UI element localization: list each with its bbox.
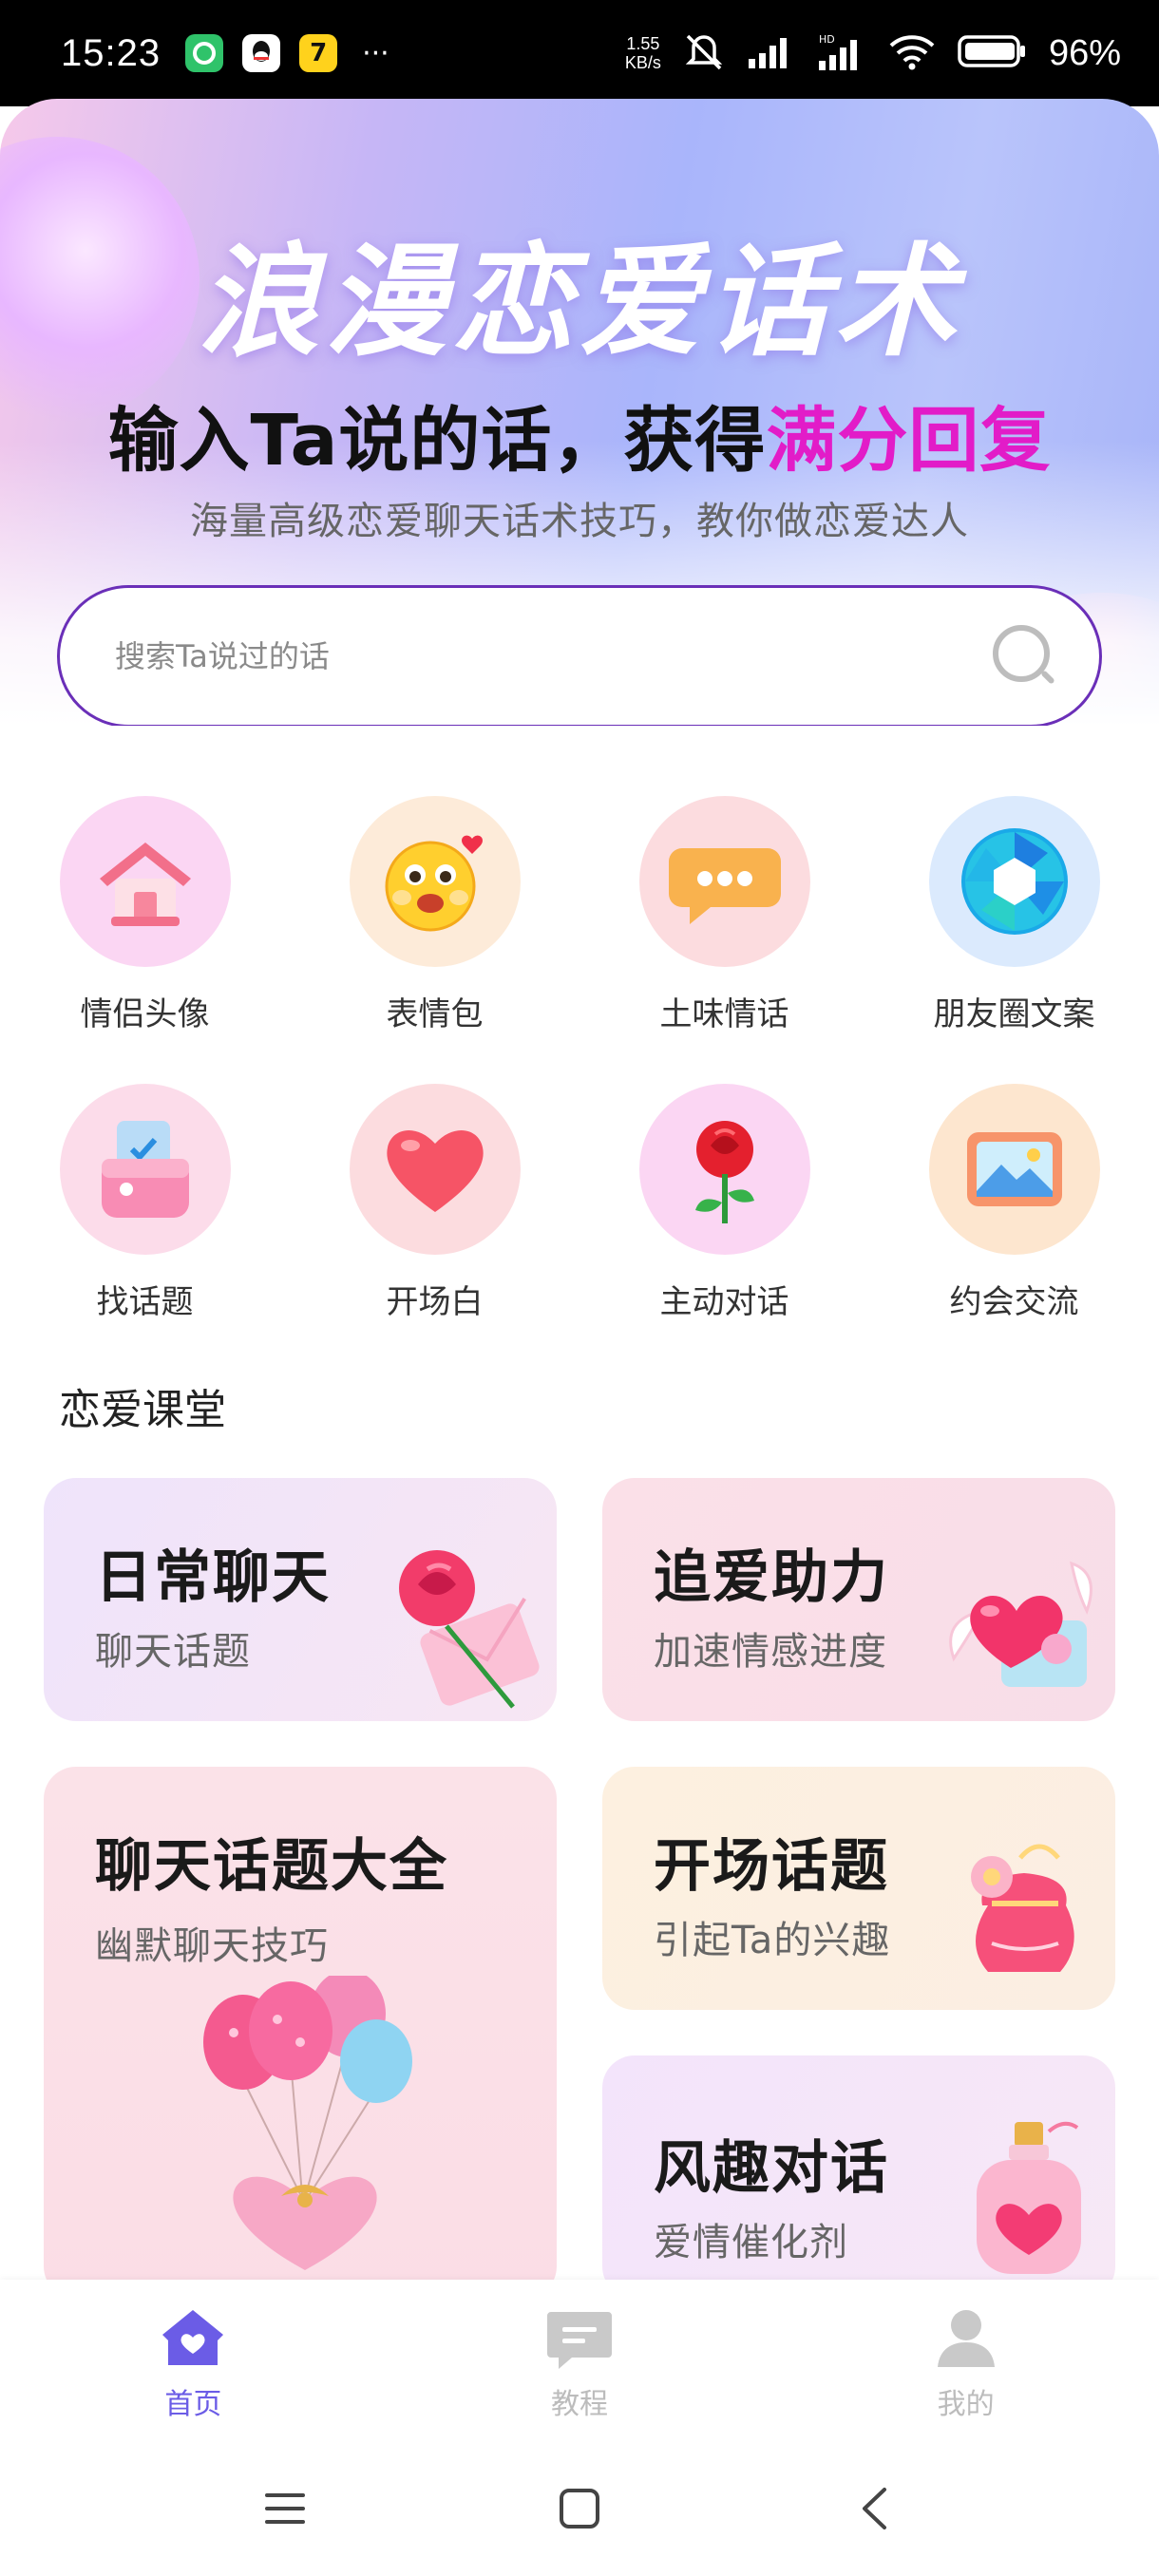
wallet-icon	[59, 1084, 231, 1255]
category-label: 约会交流	[949, 1283, 1079, 1321]
mute-icon	[682, 30, 726, 76]
net-speed: 1.55 KB/s	[625, 34, 661, 72]
card-title: 聊天话题大全	[95, 1833, 448, 1900]
qq-icon	[242, 34, 281, 72]
flower-pouch-icon	[971, 1844, 1074, 1972]
category-label: 情侣头像	[80, 995, 210, 1033]
nav-tutorial[interactable]: 教程	[387, 2280, 773, 2441]
heart-balloons-icon	[203, 1976, 412, 2270]
chat-bubble-icon	[638, 796, 810, 967]
section-title-love-class: 恋爱课堂	[59, 1386, 226, 1434]
nav-label: 我的	[937, 2388, 995, 2421]
status-bar: 15:23 7 ··· 1.55 KB/s HD 96%	[0, 0, 1159, 106]
nav-label: 教程	[551, 2388, 608, 2421]
category-couple-avatar[interactable]: 情侣头像	[0, 796, 290, 1034]
more-notifications-icon: ···	[362, 36, 390, 70]
search-bar[interactable]	[57, 585, 1102, 726]
card-pursue-love[interactable]: 追爱助力 加速情感进度	[602, 1478, 1115, 1721]
category-cheesy-lines[interactable]: 土味情话	[580, 796, 869, 1034]
wechat-icon	[185, 34, 224, 72]
profile-icon	[937, 2310, 995, 2367]
battery-percent: 96%	[1048, 32, 1121, 73]
card-subtitle: 引起Ta的兴趣	[654, 1919, 891, 1962]
hero-subtitle: 输入Ta说的话，获得满分回复	[0, 384, 1159, 485]
hero-subtitle-highlight: 满分回复	[766, 400, 1052, 482]
card-subtitle: 加速情感进度	[654, 1630, 887, 1674]
emoji-face-icon	[349, 796, 521, 967]
status-app-icons: 7 ···	[185, 34, 390, 72]
category-label: 找话题	[96, 1283, 194, 1321]
card-daily-chat[interactable]: 日常聊天 聊天话题	[44, 1478, 557, 1721]
card-opening-topics[interactable]: 开场话题 引起Ta的兴趣	[602, 1767, 1115, 2010]
net-speed-value: 1.55	[626, 34, 660, 53]
nav-home[interactable]: 首页	[0, 2280, 387, 2441]
search-icon[interactable]	[993, 625, 1055, 688]
house-icon	[59, 796, 231, 967]
category-find-topics[interactable]: 找话题	[0, 1084, 290, 1322]
winged-heart-icon	[949, 1561, 1092, 1687]
signal-icon	[747, 34, 796, 72]
category-active-chat[interactable]: 主动对话	[580, 1084, 869, 1322]
home-square-icon[interactable]	[551, 2480, 608, 2537]
category-opening-lines[interactable]: 开场白	[290, 1084, 580, 1322]
card-chat-topics-all[interactable]: 聊天话题大全 幽默聊天技巧	[44, 1767, 557, 2299]
card-title: 日常聊天	[95, 1544, 331, 1611]
category-label: 主动对话	[659, 1283, 789, 1321]
net-speed-unit: KB/s	[624, 53, 661, 72]
category-label: 朋友圈文案	[933, 995, 1095, 1033]
battery-icon	[958, 33, 1028, 73]
home-icon	[162, 2310, 224, 2365]
category-label: 表情包	[386, 995, 484, 1033]
card-subtitle: 爱情催化剂	[654, 2221, 848, 2264]
hero-description: 海量高级恋爱聊天话术技巧，教你做恋爱达人	[190, 500, 969, 543]
card-title: 风趣对话	[654, 2135, 889, 2202]
category-label: 土味情话	[659, 995, 789, 1033]
category-moments-copy[interactable]: 朋友圈文案	[869, 796, 1159, 1034]
card-witty-chat[interactable]: 风趣对话 爱情催化剂	[602, 2055, 1115, 2299]
category-sticker-pack[interactable]: 表情包	[290, 796, 580, 1034]
status-right: 1.55 KB/s HD 96%	[625, 30, 1121, 76]
back-icon[interactable]	[846, 2480, 902, 2537]
nav-label: 首页	[164, 2388, 222, 2421]
hero-banner: 浪漫恋爱话术 输入Ta说的话，获得满分回复 海量高级恋爱聊天话术技巧，教你做恋爱…	[0, 99, 1159, 726]
search-input[interactable]	[115, 638, 993, 674]
category-date-talk[interactable]: 约会交流	[869, 1084, 1159, 1322]
system-nav-bar	[0, 2441, 1159, 2576]
picture-frame-icon	[928, 1084, 1100, 1255]
card-title: 开场话题	[654, 1833, 889, 1900]
hd-signal-icon: HD	[817, 32, 866, 74]
app-screen: 15:23 7 ··· 1.55 KB/s HD 96% 浪漫恋爱话术 输入Ta…	[0, 0, 1159, 2576]
app-7-icon: 7	[299, 34, 338, 72]
wifi-icon	[887, 32, 937, 74]
svg-text:HD: HD	[819, 33, 835, 46]
card-title: 追爱助力	[654, 1544, 889, 1611]
menu-icon[interactable]	[256, 2480, 314, 2537]
tutorial-icon	[547, 2312, 612, 2369]
hero-title: 浪漫恋爱话术	[197, 231, 961, 373]
category-label: 开场白	[386, 1283, 484, 1321]
status-time: 15:23	[61, 31, 162, 74]
camera-shutter-icon	[928, 796, 1100, 967]
card-subtitle: 幽默聊天技巧	[95, 1924, 329, 1968]
category-grid: 情侣头像 表情包 土味情话 朋友圈文案 找话题 开场白 主动对话 约会交流	[0, 796, 1159, 1322]
hero-subtitle-prefix: 输入Ta说的话，获得	[107, 400, 767, 482]
heart-icon	[349, 1084, 521, 1255]
rose-icon	[638, 1084, 810, 1255]
bottom-nav: 首页 教程 我的	[0, 2280, 1159, 2441]
card-subtitle: 聊天话题	[95, 1630, 251, 1674]
heart-perfume-icon	[977, 2121, 1081, 2274]
rose-envelope-icon	[399, 1550, 540, 1709]
nav-profile[interactable]: 我的	[772, 2280, 1159, 2441]
